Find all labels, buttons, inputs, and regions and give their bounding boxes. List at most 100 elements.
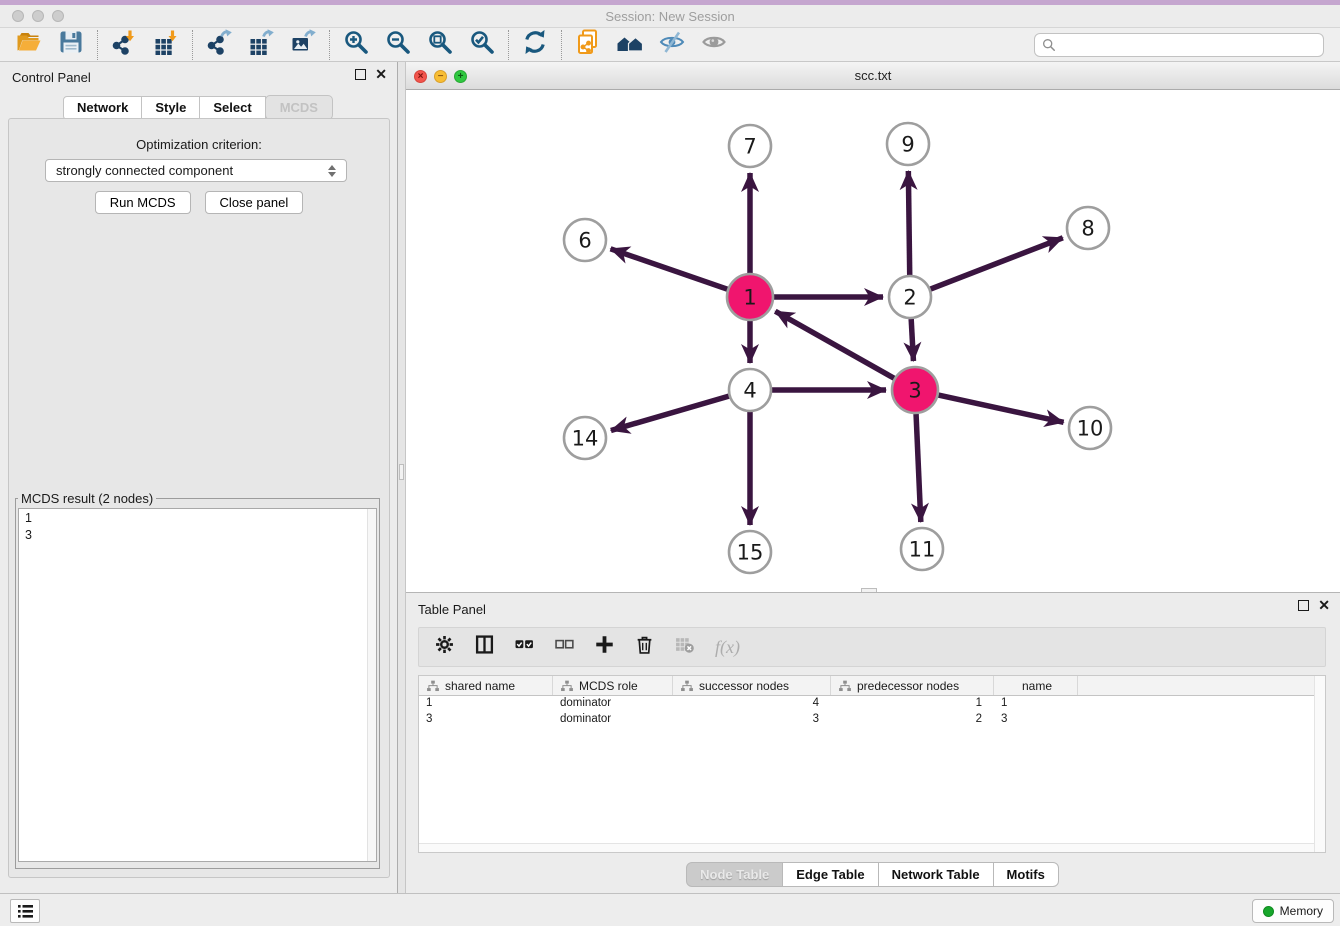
network-zoom-button[interactable]: +: [454, 70, 467, 83]
table-cell[interactable]: 3: [994, 712, 1078, 728]
table-cell[interactable]: dominator: [553, 712, 673, 728]
search-input[interactable]: [1061, 38, 1316, 52]
fit-content-button[interactable]: [419, 29, 461, 61]
show-network-overview-button[interactable]: [609, 29, 651, 61]
table-cell[interactable]: 1: [419, 696, 553, 712]
zoom-selected-region-button[interactable]: [461, 29, 503, 61]
edge-1-6[interactable]: [611, 249, 728, 289]
open-file-button[interactable]: [8, 29, 50, 61]
memory-status-icon: [1263, 906, 1274, 917]
edge-4-14[interactable]: [611, 396, 729, 430]
column-header-predecessor-nodes[interactable]: predecessor nodes: [831, 676, 994, 695]
main-toolbar: [0, 28, 1340, 62]
tab-network[interactable]: Network: [63, 96, 142, 120]
import-table-from-file-button[interactable]: [145, 29, 187, 61]
edge-2-8[interactable]: [931, 238, 1063, 289]
column-header-name[interactable]: name: [994, 676, 1078, 695]
toolbar-separator: [97, 30, 98, 60]
control-panel-float-button[interactable]: [355, 69, 366, 80]
close-window-button[interactable]: [12, 10, 24, 22]
hide-selected-nodes-edges-button[interactable]: [651, 29, 693, 61]
network-canvas[interactable]: 7968124314101511: [406, 90, 1340, 592]
edge-3-10[interactable]: [938, 395, 1063, 422]
table-cell[interactable]: 3: [419, 712, 553, 728]
toggle-column-display-button[interactable]: [475, 635, 494, 659]
network-graph[interactable]: 7968124314101511: [406, 90, 1340, 592]
delete-columns-icon: [635, 635, 654, 659]
close-panel-button[interactable]: Close panel: [205, 191, 304, 214]
column-sort-icon: [680, 680, 694, 692]
search-box[interactable]: [1034, 33, 1324, 57]
column-header-successor-nodes[interactable]: successor nodes: [673, 676, 831, 695]
maximize-window-button[interactable]: [52, 10, 64, 22]
export-image-button[interactable]: [282, 29, 324, 61]
add-column-button[interactable]: [595, 635, 614, 659]
table-row[interactable]: 1dominator411: [419, 696, 1325, 712]
table-panel-close-button[interactable]: ✕: [1318, 600, 1330, 611]
table-cell[interactable]: dominator: [553, 696, 673, 712]
node-6-label: 6: [578, 229, 591, 253]
network-minimize-button[interactable]: −: [434, 70, 447, 83]
table-cell[interactable]: 1: [831, 696, 994, 712]
import-table-from-file-icon: [153, 29, 179, 60]
task-history-button[interactable]: [10, 899, 40, 923]
function-builder-icon: f(x): [715, 637, 740, 658]
export-image-icon: [290, 29, 316, 60]
minimize-window-button[interactable]: [32, 10, 44, 22]
show-all-nodes-edges-button[interactable]: [693, 29, 735, 61]
node-10-label: 10: [1077, 417, 1104, 441]
import-network-from-file-button[interactable]: [103, 29, 145, 61]
toolbar-separator: [329, 30, 330, 60]
control-panel-close-button[interactable]: ✕: [375, 69, 387, 80]
new-network-from-selection-button[interactable]: [567, 29, 609, 61]
tab-motifs[interactable]: Motifs: [993, 862, 1059, 887]
network-window-titlebar[interactable]: × − + scc.txt: [406, 62, 1340, 90]
table-vertical-scrollbar[interactable]: [1314, 676, 1325, 852]
tab-mcds[interactable]: MCDS: [265, 95, 333, 120]
vertical-splitter-handle[interactable]: [399, 464, 404, 480]
node-1-label: 1: [743, 286, 756, 310]
memory-button[interactable]: Memory: [1252, 899, 1334, 923]
tab-style[interactable]: Style: [141, 96, 200, 120]
table-cell[interactable]: 1: [994, 696, 1078, 712]
run-mcds-button[interactable]: Run MCDS: [95, 191, 191, 214]
export-table-button[interactable]: [240, 29, 282, 61]
criterion-select[interactable]: strongly connected component: [45, 159, 347, 182]
column-header-shared-name[interactable]: shared name: [419, 676, 553, 695]
apply-preferred-layout-button[interactable]: [514, 29, 556, 61]
tab-edge-table[interactable]: Edge Table: [782, 862, 878, 887]
column-settings-icon: [435, 635, 454, 659]
network-close-button[interactable]: ×: [414, 70, 427, 83]
edge-2-9[interactable]: [908, 171, 909, 275]
table-panel-float-button[interactable]: [1298, 600, 1309, 611]
delete-columns-button[interactable]: [635, 635, 654, 659]
edge-2-3[interactable]: [911, 319, 913, 361]
column-settings-button[interactable]: [435, 635, 454, 659]
tab-select[interactable]: Select: [199, 96, 265, 120]
edge-3-1[interactable]: [775, 311, 894, 378]
table-horizontal-scrollbar[interactable]: [419, 843, 1314, 852]
zoom-in-button[interactable]: [335, 29, 377, 61]
list-icon: [17, 904, 34, 919]
vertical-splitter[interactable]: [397, 62, 406, 893]
column-header-MCDS-role[interactable]: MCDS role: [553, 676, 673, 695]
export-network-button[interactable]: [198, 29, 240, 61]
table-row[interactable]: 3dominator323: [419, 712, 1325, 728]
tab-network-table[interactable]: Network Table: [878, 862, 994, 887]
node-2-label: 2: [903, 286, 916, 310]
zoom-out-button[interactable]: [377, 29, 419, 61]
zoom-out-icon: [385, 29, 411, 60]
deselect-all-button[interactable]: [555, 635, 574, 659]
control-panel-title: Control Panel: [0, 62, 397, 85]
tab-node-table[interactable]: Node Table: [686, 862, 783, 887]
mcds-result-textarea[interactable]: 1 3: [18, 508, 377, 862]
table-cell[interactable]: 2: [831, 712, 994, 728]
column-header-label: name: [1022, 679, 1052, 693]
select-all-button[interactable]: [515, 635, 534, 659]
mcds-result-scrollbar[interactable]: [367, 509, 376, 861]
node-15-label: 15: [737, 541, 764, 565]
edge-3-11[interactable]: [916, 414, 921, 522]
table-cell[interactable]: 3: [673, 712, 831, 728]
table-cell[interactable]: 4: [673, 696, 831, 712]
save-session-button[interactable]: [50, 29, 92, 61]
